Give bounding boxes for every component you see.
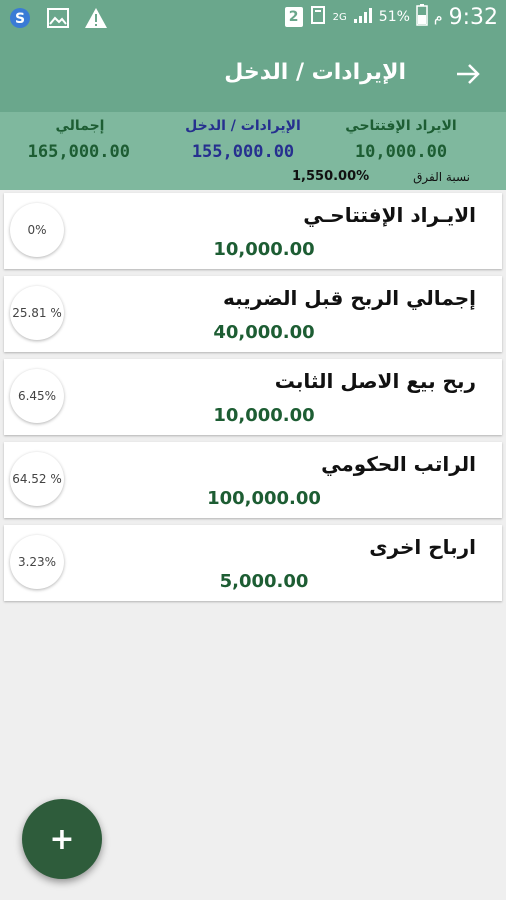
network-type: 2G	[332, 11, 347, 23]
list-item[interactable]: ربح بيع الاصل الثابت 10,000.00 6.45%	[4, 359, 502, 435]
item-title: ارباح اخرى	[369, 535, 476, 559]
summary-total-value: 165,000.00	[27, 142, 130, 162]
clock: 9:32	[448, 4, 498, 30]
gallery-icon	[46, 6, 70, 30]
percent-badge: 0%	[10, 203, 64, 257]
item-title: ربح بيع الاصل الثابت	[274, 369, 476, 393]
item-title: الراتب الحكومي	[321, 452, 476, 476]
vibrate-icon	[309, 5, 327, 29]
percent-badge: 25.81 %	[10, 286, 64, 340]
list-item[interactable]: الراتب الحكومي 100,000.00 64.52 %	[4, 442, 502, 518]
app-bar: الإيرادات / الدخل	[0, 38, 506, 112]
arrow-right-icon	[457, 64, 480, 84]
income-list: الايـراد الإفتتاحـي 10,000.00 0% إجمالي …	[4, 193, 502, 608]
item-title: الايـراد الإفتتاحـي	[303, 203, 476, 227]
app-s-icon: S	[8, 6, 32, 30]
battery-percent: 51%	[378, 9, 410, 25]
sim-badge: 2	[284, 7, 303, 27]
diff-value: 1,550.00%	[292, 169, 370, 184]
summary-income-label: الإيرادات / الدخل	[185, 118, 301, 134]
item-amount: 40,000.00	[213, 322, 315, 343]
percent-badge: 6.45%	[10, 369, 64, 423]
item-amount: 10,000.00	[213, 239, 315, 260]
list-item[interactable]: إجمالي الربح قبل الضريبه 40,000.00 25.81…	[4, 276, 502, 352]
percent-badge: 3.23%	[10, 535, 64, 589]
percent-badge: 64.52 %	[10, 452, 64, 506]
summary-opening: الايراد الإفتتاحي 10,000.00	[326, 118, 476, 162]
signal-icon	[353, 6, 373, 28]
item-title: إجمالي الربح قبل الضريبه	[223, 286, 476, 310]
list-item[interactable]: ارباح اخرى 5,000.00 3.23%	[4, 525, 502, 601]
summary-total-label: إجمالي	[55, 118, 105, 134]
back-button[interactable]	[452, 58, 484, 90]
summary-income-value: 155,000.00	[191, 142, 295, 162]
summary-opening-value: 10,000.00	[354, 142, 448, 162]
summary-income: الإيرادات / الدخل 155,000.00	[178, 118, 308, 162]
svg-text:S: S	[15, 11, 25, 27]
add-button[interactable]: +	[22, 799, 102, 879]
item-amount: 5,000.00	[219, 571, 309, 592]
diff-label: نسبة الفرق	[413, 170, 470, 184]
warning-icon	[84, 6, 108, 30]
summary-opening-label: الايراد الإفتتاحي	[345, 118, 457, 134]
item-amount: 10,000.00	[213, 405, 315, 426]
status-bar: S 2 2G 51% م 9:32	[0, 0, 506, 38]
battery-icon	[416, 4, 428, 30]
page-title: الإيرادات / الدخل	[224, 60, 406, 85]
plus-icon: +	[49, 821, 75, 857]
item-amount: 100,000.00	[207, 488, 321, 509]
list-item[interactable]: الايـراد الإفتتاحـي 10,000.00 0%	[4, 193, 502, 269]
summary-total: إجمالي 165,000.00	[27, 118, 130, 162]
am-pm: م	[433, 9, 443, 25]
